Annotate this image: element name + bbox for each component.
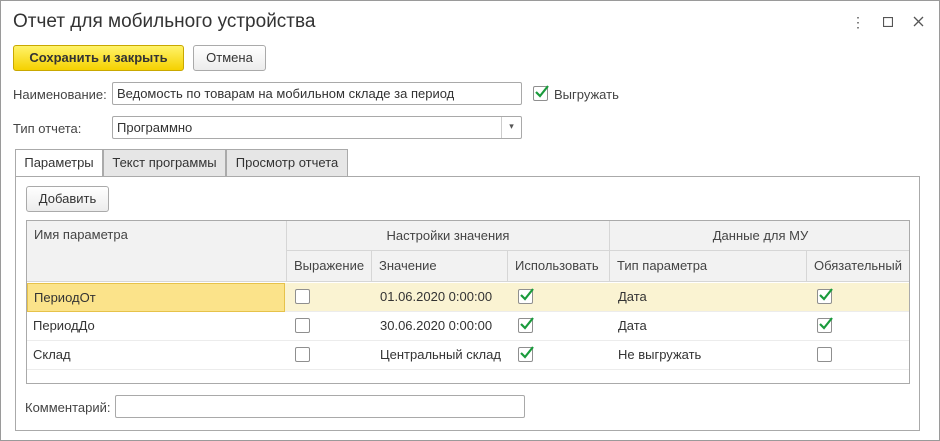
name-input[interactable]: Ведомость по товарам на мобильном складе… [112,82,522,105]
report-window: Отчет для мобильного устройства ⋮ Сохран… [0,0,940,441]
param-type[interactable]: Не выгружать [618,341,803,370]
param-value[interactable]: 01.06.2020 0:00:00 [380,283,505,312]
required-checkbox[interactable] [817,288,833,304]
name-label: Наименование: [13,87,107,102]
use-checkbox[interactable] [518,317,534,333]
window-title: Отчет для мобильного устройства [13,11,316,32]
comment-input[interactable] [115,395,525,418]
header-value[interactable]: Значение [372,251,508,282]
export-label: Выгружать [554,87,619,102]
header-name[interactable]: Имя параметра [27,221,287,282]
header-value-settings: Настройки значения [287,221,610,251]
report-type-value: Программно [117,120,193,135]
check-icon [520,317,534,330]
maximize-icon[interactable] [879,13,897,31]
tab-parameters[interactable]: Параметры [15,149,103,178]
title-bar: Отчет для мобильного устройства ⋮ [1,1,939,41]
export-checkbox[interactable] [533,85,549,101]
param-name[interactable]: Склад [33,341,283,370]
param-type[interactable]: Дата [618,283,803,312]
parameters-table: Имя параметра Настройки значения Данные … [26,220,910,384]
tab-report-preview[interactable]: Просмотр отчета [226,149,348,177]
header-mu-data: Данные для МУ [610,221,909,251]
header-use[interactable]: Использовать [508,251,610,282]
more-actions-icon[interactable]: ⋮ [849,13,867,31]
use-checkbox[interactable] [518,288,534,304]
param-name[interactable]: ПериодОт [27,283,285,312]
save-and-close-button[interactable]: Сохранить и закрыть [13,45,184,71]
parameters-panel: Добавить Имя параметра Настройки значени… [15,176,920,431]
check-icon [535,85,549,98]
table-row[interactable]: ПериодДо 30.06.2020 0:00:00 Дата [27,312,909,341]
table-row[interactable]: Склад Центральный склад Не выгружать [27,341,909,370]
header-expression[interactable]: Выражение [287,251,372,282]
add-parameter-button[interactable]: Добавить [26,186,109,212]
check-icon [520,346,534,359]
cancel-button[interactable]: Отмена [193,45,266,71]
param-name[interactable]: ПериодДо [33,312,283,341]
expression-checkbox[interactable] [295,318,310,333]
report-type-select[interactable]: Программно ▾ [112,116,522,139]
required-checkbox[interactable] [817,347,832,362]
required-checkbox[interactable] [817,317,833,333]
use-checkbox[interactable] [518,346,534,362]
expression-checkbox[interactable] [295,347,310,362]
comment-label: Комментарий: [25,400,111,415]
expression-checkbox[interactable] [295,289,310,304]
report-type-label: Тип отчета: [13,121,82,136]
close-icon[interactable] [909,13,927,31]
tab-program-text[interactable]: Текст программы [103,149,226,177]
check-icon [520,288,534,301]
param-value[interactable]: 30.06.2020 0:00:00 [380,312,505,341]
check-icon [819,317,833,330]
table-row[interactable]: ПериодОт 01.06.2020 0:00:00 Дата [27,283,909,312]
dropdown-arrow-icon[interactable]: ▾ [501,117,521,138]
check-icon [819,288,833,301]
header-param-type[interactable]: Тип параметра [610,251,807,282]
param-value[interactable]: Центральный склад [380,341,505,370]
header-required[interactable]: Обязательный [807,251,909,282]
param-type[interactable]: Дата [618,312,803,341]
